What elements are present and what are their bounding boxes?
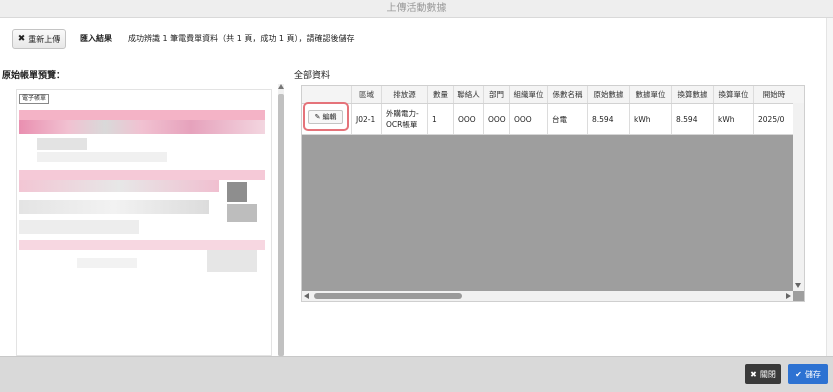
- redacted-block: [19, 180, 219, 192]
- scroll-up-icon[interactable]: [278, 84, 284, 89]
- col-header-quantity[interactable]: 數量: [428, 86, 454, 103]
- check-icon: ✔: [795, 369, 802, 379]
- cell-source: 外購電力- OCR帳單: [382, 104, 428, 134]
- col-header-start[interactable]: 開始時: [754, 86, 794, 103]
- grid-header-row: 區域 排放源 數量 聯絡人 部門 組織單位 係數名稱 原始數據 數據單位 換算數…: [302, 86, 804, 104]
- cell-department: OOO: [484, 104, 510, 134]
- col-header-raw-value[interactable]: 原始數據: [588, 86, 630, 103]
- grid-vertical-scrollbar[interactable]: [793, 103, 804, 291]
- scroll-right-icon[interactable]: [786, 293, 791, 299]
- cell-coefficient: 台電: [548, 104, 588, 134]
- window-title: 上傳活動數據: [0, 0, 833, 18]
- scroll-left-icon[interactable]: [304, 293, 309, 299]
- edit-label: 編輯: [322, 113, 337, 121]
- close-label: 關閉: [759, 369, 776, 379]
- all-data-title: 全部資料: [294, 71, 331, 81]
- redacted-block: [77, 258, 137, 268]
- cell-start: 2025/0: [758, 114, 785, 124]
- import-result-label: 匯入結果: [80, 34, 112, 43]
- footer-bar: [0, 356, 833, 392]
- redacted-block: [19, 170, 265, 180]
- col-header-department[interactable]: 部門: [484, 86, 510, 103]
- col-header-converted-unit[interactable]: 換算單位: [714, 86, 754, 103]
- redacted-block: [37, 138, 87, 150]
- cell-org-unit: OOO: [510, 104, 548, 134]
- cell-contact: OOO: [454, 104, 484, 134]
- scroll-down-icon[interactable]: [795, 283, 801, 288]
- preview-scrollbar[interactable]: [278, 84, 284, 356]
- redacted-block: [37, 152, 167, 162]
- cell-raw-value: 8.594: [588, 104, 630, 134]
- col-header-region[interactable]: 區域: [352, 86, 382, 103]
- pencil-icon: ✎: [314, 113, 321, 121]
- col-header-coefficient[interactable]: 係數名稱: [548, 86, 588, 103]
- save-button[interactable]: ✔ 儲存: [788, 364, 828, 384]
- redacted-block: [19, 220, 139, 234]
- table-row[interactable]: J02-1 外購電力- OCR帳單 1 OOO OOO OOO 台電 8.594…: [302, 104, 804, 135]
- close-x-icon: ✖: [17, 34, 26, 44]
- redacted-block: [19, 110, 265, 120]
- modal-right-edge: [826, 18, 833, 356]
- cell-source-line2: OCR帳單: [386, 120, 418, 129]
- bill-preview-pane[interactable]: 電子帳單: [2, 84, 284, 356]
- col-header-source[interactable]: 排放源: [382, 86, 428, 103]
- cell-converted-unit: kWh: [714, 104, 754, 134]
- reupload-label: 重新上傳: [28, 34, 61, 44]
- original-bill-preview-title: 原始帳單預覽：: [2, 71, 66, 81]
- col-header-contact[interactable]: 聯絡人: [454, 86, 484, 103]
- save-label: 儲存: [804, 369, 821, 379]
- close-button[interactable]: ✖ 關閉: [745, 364, 781, 384]
- redacted-block: [19, 240, 265, 250]
- doc-tag: 電子帳單: [19, 94, 50, 104]
- cell-converted-value: 8.594: [672, 104, 714, 134]
- col-header-org-unit[interactable]: 組織單位: [510, 86, 548, 103]
- grid-horizontal-scrollbar-thumb[interactable]: [314, 293, 462, 299]
- bill-document-image: 電子帳單: [16, 89, 272, 356]
- redacted-block: [19, 120, 265, 134]
- edit-button[interactable]: ✎ 編輯: [308, 110, 343, 124]
- grid-horizontal-scrollbar[interactable]: [302, 291, 793, 301]
- reupload-button[interactable]: ✖ 重新上傳: [12, 29, 66, 49]
- cell-region: J02-1: [352, 104, 382, 134]
- close-icon: ✖: [750, 369, 757, 379]
- cell-source-line1: 外購電力-: [386, 109, 419, 118]
- redacted-block: [19, 200, 209, 214]
- col-header-converted-value[interactable]: 換算數據: [672, 86, 714, 103]
- redacted-block: [227, 204, 257, 222]
- import-result-message: 成功辨識 1 筆電費單資料（共 1 頁，成功 1 頁），請確認後儲存: [128, 34, 355, 43]
- cell-raw-unit: kWh: [630, 104, 672, 134]
- col-header-raw-unit[interactable]: 數據單位: [630, 86, 672, 103]
- preview-scrollbar-thumb[interactable]: [278, 94, 284, 356]
- redacted-block: [207, 250, 257, 272]
- redacted-block: [227, 182, 247, 202]
- cell-quantity: 1: [428, 104, 454, 134]
- data-grid: 區域 排放源 數量 聯絡人 部門 組織單位 係數名稱 原始數據 數據單位 換算數…: [301, 85, 805, 302]
- col-header-actions: [302, 86, 352, 103]
